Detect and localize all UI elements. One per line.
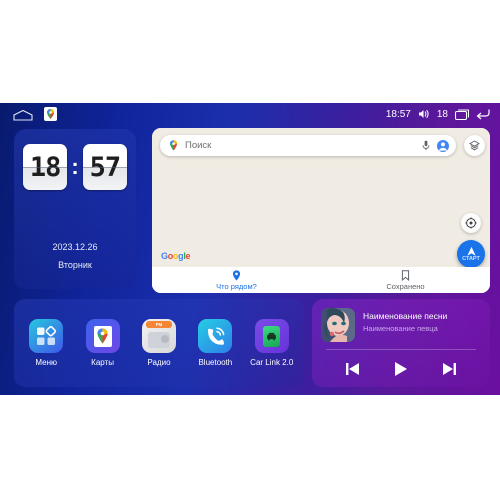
tab-saved-label: Сохранено	[386, 281, 425, 291]
music-title: Наименование песни	[363, 311, 448, 321]
app-maps-label: Карты	[91, 358, 114, 367]
map-search-placeholder[interactable]: Поиск	[185, 140, 420, 151]
account-avatar-icon[interactable]	[437, 139, 449, 152]
tab-nearby[interactable]: Что рядом?	[152, 267, 321, 293]
clock-date: 2023.12.26	[52, 242, 98, 252]
fm-badge: FM	[155, 322, 163, 327]
app-car-link-label: Car Link 2.0	[250, 358, 294, 367]
skip-next-icon[interactable]	[439, 360, 461, 378]
map-pin-icon	[167, 140, 179, 152]
app-menu[interactable]: Меню	[20, 319, 72, 367]
play-icon[interactable]	[390, 360, 412, 378]
bluetooth-phone-icon	[198, 319, 233, 353]
clock-hours-card: 18	[23, 144, 68, 190]
flip-clock: 18 : 57	[23, 143, 128, 191]
google-watermark: Google	[161, 251, 191, 261]
clock-hours: 18	[29, 151, 62, 183]
clock-minutes: 57	[89, 151, 122, 183]
start-navigation-button[interactable]: СТАРТ	[457, 240, 485, 268]
google-maps-notification-icon[interactable]	[44, 107, 57, 121]
clock-widget[interactable]: 18 : 57 2023.12.26 Вторник	[14, 129, 136, 289]
apps-grid-icon	[29, 319, 64, 353]
volume-level: 18	[436, 108, 448, 120]
album-art	[321, 308, 355, 342]
app-menu-label: Меню	[35, 358, 57, 367]
letterbox-bottom	[0, 395, 500, 500]
fm-radio-icon: FM	[141, 319, 176, 353]
google-maps-icon	[85, 319, 120, 353]
music-player-widget[interactable]: Наименование песни Наименование певца	[312, 299, 490, 387]
google-maps-widget[interactable]: Поиск СТАРТ Google Что рядом? Сохранено	[152, 128, 490, 293]
music-controls	[312, 357, 490, 381]
clock-minutes-card: 57	[82, 144, 128, 190]
start-button-label: СТАРТ	[462, 256, 480, 262]
tab-saved[interactable]: Сохранено	[321, 267, 490, 293]
volume-icon[interactable]	[418, 108, 430, 120]
map-bottom-tabs: Что рядом? Сохранено	[152, 267, 490, 293]
microphone-icon[interactable]	[420, 140, 432, 152]
back-icon[interactable]	[476, 108, 490, 120]
map-layers-button[interactable]	[464, 135, 485, 156]
music-divider	[326, 349, 476, 350]
home-icon[interactable]	[12, 108, 34, 121]
app-dock: Меню Карты FM Радио Bluetooth Car Link 2…	[14, 299, 304, 387]
compass-icon[interactable]	[461, 213, 481, 233]
tab-nearby-label: Что рядом?	[216, 281, 257, 291]
skip-previous-icon[interactable]	[341, 360, 363, 378]
app-bluetooth-label: Bluetooth	[198, 358, 233, 367]
car-link-icon	[254, 319, 289, 353]
car-head-unit-home-screen: 18:57 18 18 : 57 2023.12.26 Вторник Поис…	[0, 103, 500, 395]
app-car-link[interactable]: Car Link 2.0	[246, 319, 298, 367]
app-radio[interactable]: FM Радио	[133, 319, 185, 367]
music-artist: Наименование певца	[363, 324, 438, 333]
app-bluetooth[interactable]: Bluetooth	[189, 319, 241, 367]
status-bar-right-cluster: 18:57 18	[386, 106, 490, 122]
app-radio-label: Радио	[147, 358, 171, 367]
clock-weekday: Вторник	[58, 260, 92, 270]
status-time: 18:57	[385, 108, 411, 120]
app-maps[interactable]: Карты	[77, 319, 129, 367]
status-bar: 18:57 18	[0, 103, 500, 125]
letterbox-top	[0, 0, 500, 103]
recents-icon[interactable]	[454, 108, 470, 120]
map-search-bar[interactable]: Поиск	[160, 135, 456, 156]
clock-separator: :	[71, 154, 79, 179]
